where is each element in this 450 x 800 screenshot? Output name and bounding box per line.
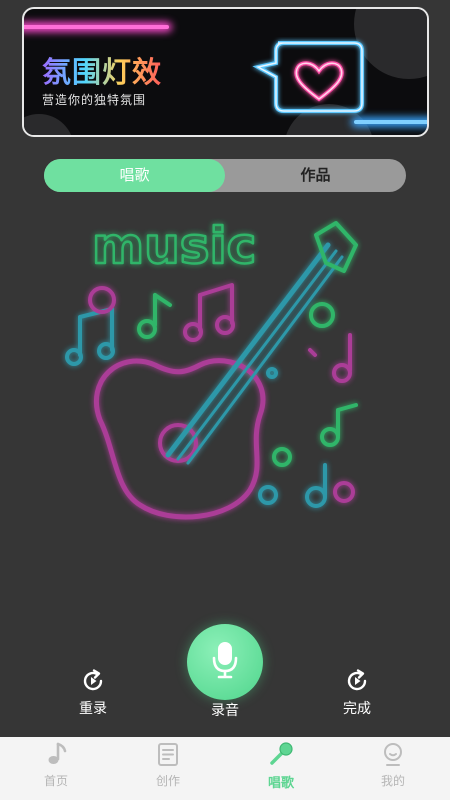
- tab-sing[interactable]: 唱歌: [44, 159, 225, 192]
- nav-item-sing[interactable]: 唱歌: [246, 741, 316, 791]
- tab-works[interactable]: 作品: [225, 159, 406, 192]
- redo-label: 重录: [79, 701, 107, 717]
- redo-button[interactable]: 重录: [63, 668, 123, 718]
- music-word: music: [92, 217, 256, 275]
- nav-label-home: 首页: [43, 774, 68, 788]
- promo-banner[interactable]: 氛围灯效 营造你的独特氛围: [22, 7, 429, 137]
- finish-button[interactable]: 完成: [327, 668, 387, 718]
- finish-icon: [347, 669, 367, 691]
- nav-item-home[interactable]: 首页: [21, 741, 91, 789]
- bottom-nav: 首页 创作 唱歌 我的: [0, 737, 450, 800]
- neon-line: [24, 25, 169, 29]
- heart-bubble-icon: [252, 41, 364, 113]
- nav-label-create: 创作: [155, 774, 180, 788]
- neon-music-artwork: music: [65, 216, 358, 520]
- redo-icon: [83, 669, 103, 691]
- nav-label-mine: 我的: [380, 774, 405, 788]
- banner-decor: [24, 114, 74, 135]
- microphone-icon: [270, 742, 293, 765]
- profile-icon: [384, 743, 402, 766]
- mode-tabs: 唱歌 作品: [44, 159, 406, 192]
- nav-item-create[interactable]: 创作: [133, 741, 203, 789]
- record-label: 录音: [211, 703, 239, 719]
- banner-title: 氛围灯效: [42, 49, 162, 91]
- microphone-icon: [212, 642, 238, 679]
- nav-label-sing: 唱歌: [267, 776, 294, 791]
- neon-line: [354, 120, 427, 124]
- record-button[interactable]: [187, 624, 263, 700]
- nav-item-mine[interactable]: 我的: [358, 741, 428, 789]
- document-icon: [158, 743, 178, 766]
- music-note-icon: [48, 742, 67, 764]
- finish-label: 完成: [343, 701, 371, 717]
- banner-subtitle: 营造你的独特氛围: [42, 93, 147, 107]
